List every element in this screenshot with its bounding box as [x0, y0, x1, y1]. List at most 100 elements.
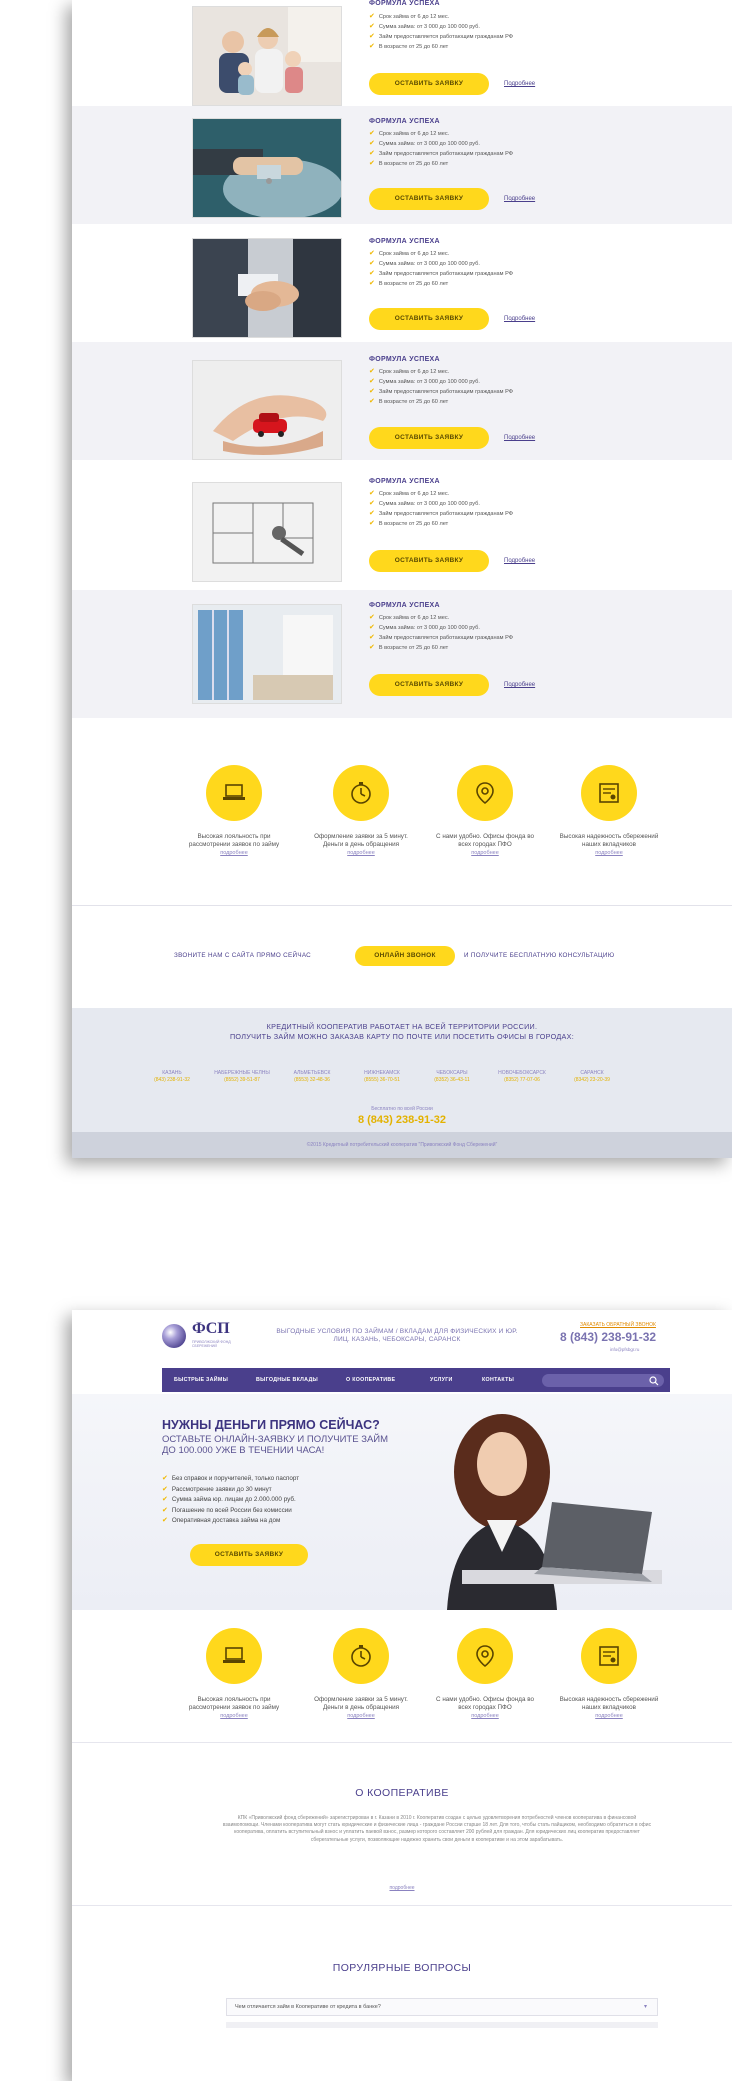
- header-tagline: ВЫГОДНЫЕ УСЛОВИЯ ПО ЗАЙМАМ / ВКЛАДАМ ДЛЯ…: [276, 1328, 518, 1343]
- nav-item-contacts[interactable]: КОНТАКТЫ: [474, 1368, 522, 1392]
- offer-bullet: Сумма займа: от 3 000 до 100 000 руб.: [369, 377, 513, 387]
- feature-text: С нами удобно. Офисы фонда во всех город…: [436, 1696, 534, 1711]
- main-nav: БЫСТРЫЕ ЗАЙМЫ ВЫГОДНЫЕ ВКЛАДЫ О КООПЕРАТ…: [162, 1368, 670, 1392]
- offer-bullets: Срок займа от 6 до 12 мес. Сумма займа: …: [369, 489, 513, 529]
- hotline-phone[interactable]: 8 (843) 238-91-32: [72, 1114, 732, 1126]
- offer-bullet: Сумма займа: от 3 000 до 100 000 руб.: [369, 22, 513, 32]
- about-more-link[interactable]: подробнее: [72, 1885, 732, 1891]
- hero-banner: НУЖНЫ ДЕНЬГИ ПРЯМО СЕЙЧАС? ОСТАВЬТЕ ОНЛА…: [72, 1394, 732, 1610]
- details-link[interactable]: Подробнее: [504, 558, 535, 564]
- feature-item: С нами удобно. Офисы фонда во всех город…: [430, 765, 540, 856]
- stopwatch-icon: [333, 1628, 389, 1684]
- feature-text: Высокая лояльность при рассмотрении заяв…: [188, 833, 280, 848]
- hero-apply-button[interactable]: ОСТАВИТЬ ЗАЯВКУ: [190, 1544, 308, 1566]
- offer-photo-hands-car: [192, 360, 342, 460]
- apply-button[interactable]: ОСТАВИТЬ ЗАЯВКУ: [369, 550, 489, 572]
- offer-card: ФОРМУЛА УСПЕХА Срок займа от 6 до 12 мес…: [72, 466, 732, 584]
- city-contact: САРАНСК (8342) 23-20-39: [574, 1070, 610, 1083]
- header-email[interactable]: info@pfsbgr.ru: [610, 1347, 639, 1352]
- feature-text: С нами удобно. Офисы фонда во всех город…: [436, 833, 534, 848]
- call-strip: ЗВОНИТЕ НАМ С САЙТА ПРЯМО СЕЙЧАС ОНЛАЙН …: [72, 905, 732, 1005]
- features-section: Высокая лояльность при рассмотрении заяв…: [72, 730, 732, 900]
- about-section: О КООПЕРАТИВЕ КПК «Приволжский фонд сбер…: [72, 1742, 732, 1906]
- chevron-down-icon[interactable]: ▾: [644, 1999, 647, 2015]
- hotline-label: Бесплатно по всей России: [371, 1106, 433, 1112]
- offer-card: ФОРМУЛА УСПЕХА Срок займа от 6 до 12 мес…: [72, 224, 732, 342]
- faq-question-text: Чем отличается займ в Кооперативе от кре…: [235, 2004, 381, 2010]
- feature-text: Высокая надежность сбережений наших вкла…: [559, 1696, 659, 1711]
- hero-bullets: Без справок и поручителей, только паспор…: [162, 1474, 299, 1527]
- offer-bullets: Срок займа от 6 до 12 мес. Сумма займа: …: [369, 613, 513, 653]
- city-contact: НИЖНЕКАМСК (8555) 36-70-51: [364, 1070, 400, 1083]
- feature-more-link[interactable]: подробнее: [306, 1713, 416, 1719]
- feature-more-link[interactable]: подробнее: [554, 1713, 664, 1719]
- apply-button[interactable]: ОСТАВИТЬ ЗАЯВКУ: [369, 674, 489, 696]
- logo-icon[interactable]: [162, 1324, 186, 1348]
- search-icon[interactable]: [648, 1374, 660, 1386]
- faq-question[interactable]: Чем отличается займ в Кооперативе от кре…: [226, 1998, 658, 2016]
- offer-bullet: В возрасте от 25 до 60 лет: [369, 643, 513, 653]
- footer-headline: ПОЛУЧИТЬ ЗАЙМ МОЖНО ЗАКАЗАВ КАРТУ ПО ПОЧ…: [229, 1032, 575, 1041]
- footer-headline: КРЕДИТНЫЙ КООПЕРАТИВ РАБОТАЕТ НА ВСЕЙ ТЕ…: [266, 1022, 538, 1031]
- nav-item-loans[interactable]: БЫСТРЫЕ ЗАЙМЫ: [166, 1368, 236, 1392]
- offer-photo-floorplan: [192, 482, 342, 582]
- online-call-button[interactable]: ОНЛАЙН ЗВОНОК: [355, 946, 455, 966]
- faq-question-next[interactable]: [226, 2022, 658, 2028]
- offer-title: ФОРМУЛА УСПЕХА: [369, 478, 440, 485]
- offer-bullet: Займ предоставляется работающим граждана…: [369, 269, 513, 279]
- offer-bullet: Займ предоставляется работающим граждана…: [369, 509, 513, 519]
- offer-photo-car-keys: [192, 118, 342, 218]
- page-sheet-offers: ФОРМУЛА УСПЕХА Срок займа от 6 до 12 мес…: [72, 0, 732, 1158]
- details-link[interactable]: Подробнее: [504, 682, 535, 688]
- feature-more-link[interactable]: подробнее: [306, 850, 416, 856]
- feature-item: Высокая надежность сбережений наших вкла…: [554, 765, 664, 856]
- offer-bullet: В возрасте от 25 до 60 лет: [369, 159, 513, 169]
- offer-bullet: Срок займа от 6 до 12 мес.: [369, 613, 513, 623]
- hero-bullet: Рассмотрение заявки до 30 минут: [162, 1485, 299, 1496]
- footer-cities: КРЕДИТНЫЙ КООПЕРАТИВ РАБОТАЕТ НА ВСЕЙ ТЕ…: [72, 1008, 732, 1132]
- feature-text: Высокая надежность сбережений наших вкла…: [559, 833, 659, 848]
- offer-photo-interior: [192, 604, 342, 704]
- search-input[interactable]: [542, 1374, 664, 1387]
- laptop-icon: [206, 1628, 262, 1684]
- feature-item: Высокая лояльность при рассмотрении заяв…: [179, 1628, 289, 1719]
- callback-link[interactable]: ЗАКАЗАТЬ ОБРАТНЫЙ ЗВОНОК: [580, 1322, 656, 1328]
- feature-more-link[interactable]: подробнее: [179, 1713, 289, 1719]
- details-link[interactable]: Подробнее: [504, 435, 535, 441]
- details-link[interactable]: Подробнее: [504, 81, 535, 87]
- offer-bullet: Сумма займа: от 3 000 до 100 000 руб.: [369, 499, 513, 509]
- hero-bullet: Без справок и поручителей, только паспор…: [162, 1474, 299, 1485]
- logo-subtitle: ПРИВОЛЖСКИЙ ФОНД СБЕРЕЖЕНИЙ: [192, 1340, 231, 1348]
- feature-text: Оформление заявки за 5 минут. Деньги в д…: [314, 1696, 408, 1711]
- faq-title: ПОРУЛЯРНЫЕ ВОПРОСЫ: [332, 1962, 472, 1974]
- nav-item-deposits[interactable]: ВЫГОДНЫЕ ВКЛАДЫ: [248, 1368, 326, 1392]
- apply-button[interactable]: ОСТАВИТЬ ЗАЯВКУ: [369, 188, 489, 210]
- copyright: ©2015 Кредитный потребительский кооперат…: [72, 1132, 732, 1158]
- map-pin-icon: [457, 1628, 513, 1684]
- feature-item: Высокая надежность сбережений наших вкла…: [554, 1628, 664, 1719]
- offer-card: ФОРМУЛА УСПЕХА Срок займа от 6 до 12 мес…: [72, 342, 732, 460]
- feature-more-link[interactable]: подробнее: [430, 850, 540, 856]
- feature-more-link[interactable]: подробнее: [430, 1713, 540, 1719]
- offer-bullet: В возрасте от 25 до 60 лет: [369, 397, 513, 407]
- nav-item-about[interactable]: О КООПЕРАТИВЕ: [338, 1368, 403, 1392]
- city-contact: НАБЕРЕЖНЫЕ ЧЕЛНЫ (8552) 39-51-87: [214, 1070, 270, 1083]
- offer-card: ФОРМУЛА УСПЕХА Срок займа от 6 до 12 мес…: [72, 0, 732, 106]
- offer-title: ФОРМУЛА УСПЕХА: [369, 118, 440, 125]
- offer-bullet: Сумма займа: от 3 000 до 100 000 руб.: [369, 139, 513, 149]
- feature-item: Оформление заявки за 5 минут. Деньги в д…: [306, 765, 416, 856]
- feature-more-link[interactable]: подробнее: [554, 850, 664, 856]
- apply-button[interactable]: ОСТАВИТЬ ЗАЯВКУ: [369, 73, 489, 95]
- apply-button[interactable]: ОСТАВИТЬ ЗАЯВКУ: [369, 427, 489, 449]
- about-title: О КООПЕРАТИВЕ: [355, 1787, 449, 1799]
- apply-button[interactable]: ОСТАВИТЬ ЗАЯВКУ: [369, 308, 489, 330]
- offer-title: ФОРМУЛА УСПЕХА: [369, 602, 440, 609]
- nav-item-services[interactable]: УСЛУГИ: [422, 1368, 461, 1392]
- header-phone[interactable]: 8 (843) 238-91-32: [560, 1330, 656, 1344]
- offer-bullets: Срок займа от 6 до 12 мес. Сумма займа: …: [369, 12, 513, 52]
- city-contact: АЛЬМЕТЬЕВСК (8553) 32-48-36: [293, 1070, 331, 1083]
- details-link[interactable]: Подробнее: [504, 316, 535, 322]
- feature-more-link[interactable]: подробнее: [179, 850, 289, 856]
- logo-text[interactable]: ФСП: [192, 1320, 230, 1338]
- details-link[interactable]: Подробнее: [504, 196, 535, 202]
